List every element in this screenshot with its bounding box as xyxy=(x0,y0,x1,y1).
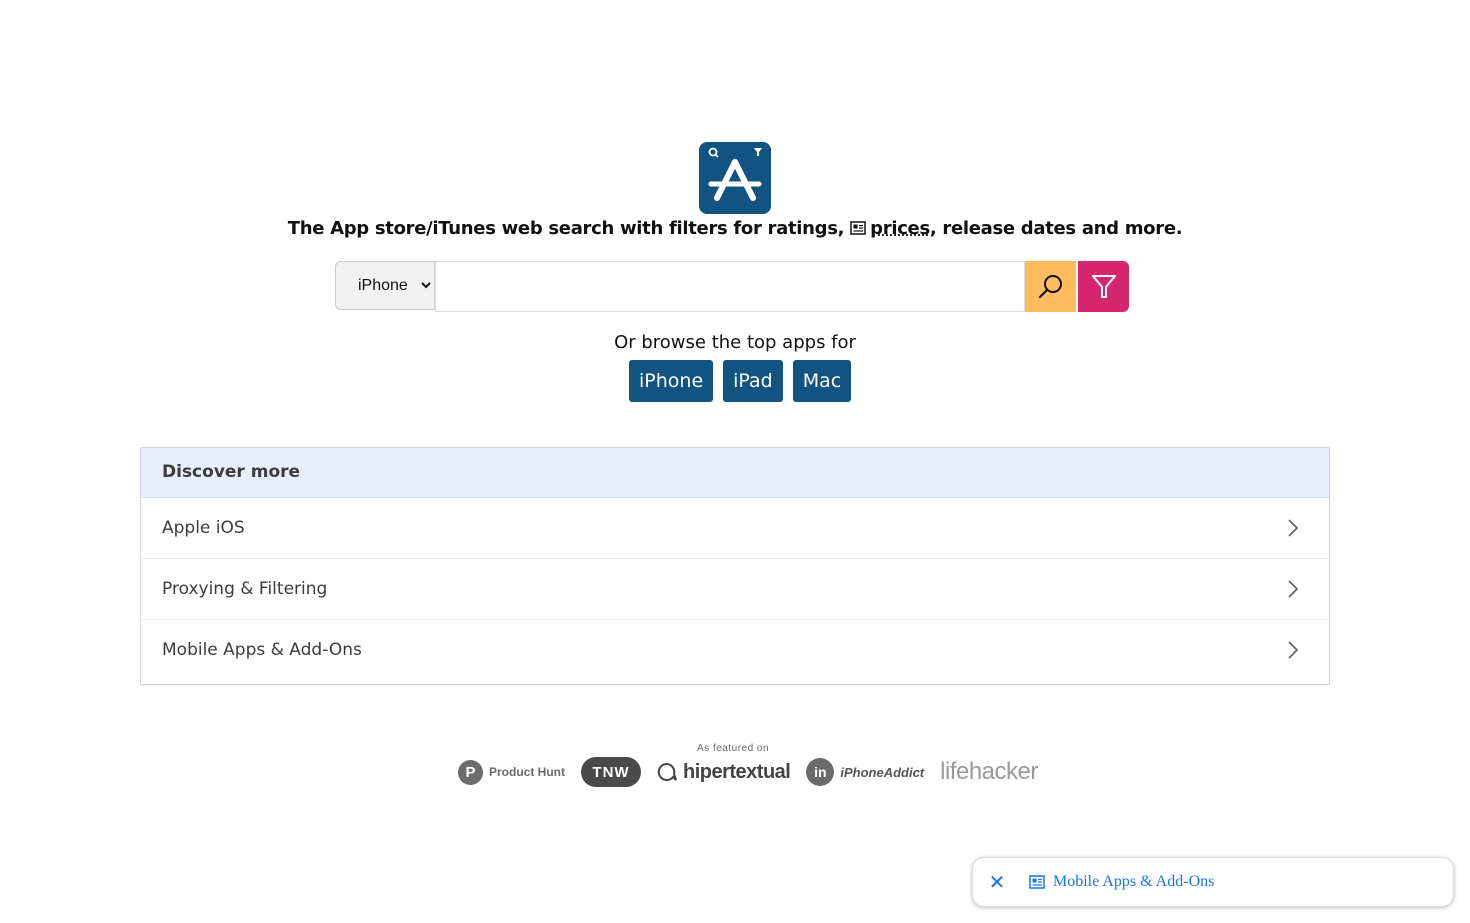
hipertextual-name: hipertextual xyxy=(683,760,791,783)
bottom-toast: ✕ Mobile Apps & Add-Ons xyxy=(972,857,1454,907)
toast-link[interactable]: Mobile Apps & Add-Ons xyxy=(1029,873,1214,891)
filter-button[interactable] xyxy=(1078,261,1129,312)
ad-info-icon xyxy=(850,219,866,235)
hipertextual-logo: hipertextual xyxy=(657,760,791,784)
product-hunt-logo: P Product Hunt xyxy=(458,759,565,785)
browse-ipad-button[interactable]: iPad xyxy=(723,360,783,402)
speech-bubble-icon xyxy=(657,762,677,781)
iphoneaddict-name: iPhoneAddict xyxy=(840,764,925,780)
search-icon xyxy=(1038,274,1062,298)
discover-more-panel: Discover more Apple iOS Proxying & Filte… xyxy=(140,447,1330,685)
search-input[interactable] xyxy=(435,261,1025,312)
iphoneaddict-logo: in iPhoneAddict xyxy=(806,758,924,786)
discover-item-label: Mobile Apps & Add-Ons xyxy=(162,640,362,660)
lifehacker-name: lifehacker xyxy=(940,758,1038,785)
product-hunt-name: Product Hunt xyxy=(489,765,565,779)
press-logos: P Product Hunt TNW hipertextual in iPhon… xyxy=(458,756,1038,788)
browse-mac-button[interactable]: Mac xyxy=(792,360,852,402)
toast-link-label: Mobile Apps & Add-Ons xyxy=(1053,873,1215,890)
discover-item-mobile-apps[interactable]: Mobile Apps & Add-Ons xyxy=(141,620,1329,680)
chevron-right-icon xyxy=(1288,641,1299,659)
discover-title: Discover more xyxy=(141,448,1329,498)
tnw-name: TNW xyxy=(581,757,641,787)
search-bar: iPhone xyxy=(335,261,1129,312)
search-button[interactable] xyxy=(1025,261,1076,312)
chevron-right-icon xyxy=(1288,519,1299,537)
prices-link[interactable]: prices xyxy=(870,218,930,239)
browse-label: Or browse the top apps for xyxy=(614,332,856,353)
chevron-right-icon xyxy=(1288,580,1299,598)
close-icon[interactable]: ✕ xyxy=(985,870,1009,894)
browse-buttons: iPhone iPad Mac xyxy=(629,360,852,402)
tagline-text-end: , release dates and more. xyxy=(929,218,1183,239)
discover-item-apple-ios[interactable]: Apple iOS xyxy=(141,498,1329,559)
discover-item-label: Apple iOS xyxy=(162,518,245,538)
filter-icon xyxy=(1091,274,1116,298)
iphoneaddict-icon: in xyxy=(806,758,835,786)
device-select[interactable]: iPhone xyxy=(335,261,435,310)
app-logo xyxy=(699,142,771,214)
discover-item-label: Proxying & Filtering xyxy=(162,579,328,599)
tnw-logo: TNW xyxy=(581,757,641,787)
product-hunt-icon: P xyxy=(458,759,483,785)
discover-item-proxying-filtering[interactable]: Proxying & Filtering xyxy=(141,559,1329,620)
app-store-filter-icon xyxy=(699,142,771,214)
featured-label: As featured on xyxy=(697,743,770,754)
browse-iphone-button[interactable]: iPhone xyxy=(629,360,714,402)
tagline-text-start: The App store/iTunes web search with fil… xyxy=(287,218,851,239)
news-icon xyxy=(1029,875,1045,889)
lifehacker-logo: lifehacker xyxy=(940,758,1038,786)
tagline: The App store/iTunes web search with fil… xyxy=(0,218,1470,239)
